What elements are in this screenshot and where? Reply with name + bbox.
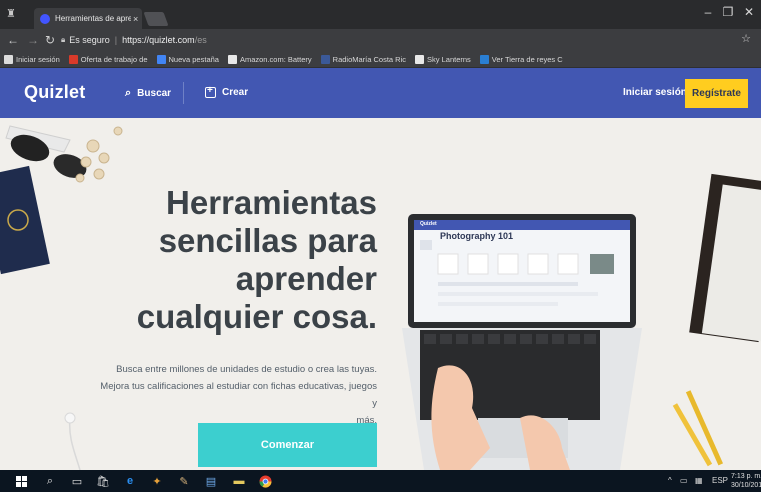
quizlet-favicon-icon	[40, 13, 50, 24]
browser-tab[interactable]: Herramientas de aprend ×	[34, 8, 142, 29]
search-label: Buscar	[137, 88, 172, 99]
new-tab-button[interactable]	[143, 12, 169, 26]
headline-line: aprender	[235, 260, 377, 297]
tab-close-icon[interactable]: ×	[133, 14, 138, 24]
search-link[interactable]: ⌕ Buscar	[125, 87, 171, 100]
site-header: Quizlet ⌕ Buscar Crear Iniciar sesión Re…	[0, 68, 761, 118]
tv-icon	[479, 54, 489, 64]
bookmark-label: Amazon.com: Battery	[239, 54, 312, 64]
bookmark-icon	[227, 54, 237, 64]
reload-icon[interactable]: ↻	[45, 32, 55, 48]
task-view-icon[interactable]: ▭	[70, 474, 84, 488]
bookmark-item[interactable]: Iniciar sesión	[4, 54, 60, 64]
close-window-button[interactable]: ✕	[739, 5, 759, 19]
passport-icon	[0, 165, 50, 275]
maximize-button[interactable]: ❐	[718, 5, 738, 19]
url-host: https://quizlet.com	[122, 35, 195, 45]
earbuds-icon	[64, 412, 81, 470]
lock-icon: 🔒︎	[61, 35, 66, 44]
browser-tab-strip: ♜ Herramientas de aprend × – ❐ ✕	[0, 0, 761, 29]
headline-line: sencillas para	[158, 222, 377, 259]
omnibox[interactable]: 🔒︎ Es seguro | https://quizlet.com /es	[61, 32, 741, 48]
bookmark-item[interactable]: Sky Lanterns	[415, 54, 471, 64]
laptop-screen-brand: Quizlet	[420, 221, 437, 227]
url-path: /es	[194, 35, 207, 45]
header-divider	[183, 82, 184, 104]
login-link[interactable]: Iniciar sesión	[623, 87, 687, 98]
create-icon	[205, 85, 216, 98]
bookmark-item[interactable]: RadioMaría Costa Ric	[320, 54, 407, 64]
bookmark-label: Ver Tierra de reyes C	[491, 54, 563, 64]
folder-icon[interactable]: ▬	[232, 474, 246, 488]
notification-icon[interactable]: ▦	[695, 476, 703, 485]
bookmark-icon	[415, 54, 425, 64]
bookmark-item[interactable]: Nueva pestaña	[156, 54, 219, 64]
bookmark-label: Iniciar sesión	[16, 54, 60, 64]
create-label: Crear	[222, 87, 249, 98]
headline-line: cualquier cosa.	[136, 298, 377, 335]
bookmarks-bar: Iniciar sesión Oferta de trabajo de Nueva …	[0, 51, 761, 68]
facebook-icon	[320, 54, 330, 64]
clock-time: 7:13 p. m.	[731, 473, 761, 480]
flag-icon	[68, 54, 78, 64]
bookmark-label: RadioMaría Costa Ric	[332, 54, 407, 64]
pencils-icon	[672, 390, 724, 467]
signup-button[interactable]: Regístrate	[685, 79, 748, 108]
bookmark-label: Oferta de trabajo de	[80, 54, 148, 64]
secure-label: Es seguro	[69, 35, 110, 45]
document-icon[interactable]: ▤	[204, 474, 218, 488]
subtitle-line: Busca entre millones de unidades de estu…	[116, 364, 377, 375]
bookmark-item[interactable]: Ver Tierra de reyes C	[479, 54, 563, 64]
edge-icon[interactable]: e	[123, 474, 137, 488]
omnibox-separator: |	[114, 35, 118, 45]
chrome-icon[interactable]	[258, 474, 272, 488]
hero-section: Quizlet Photography 101 Herramientas sen…	[0, 118, 761, 470]
forward-arrow-icon[interactable]: →	[27, 32, 39, 48]
incognito-icon: ♜	[6, 8, 16, 20]
hero-headline: Herramientas sencillas para aprender cua…	[120, 184, 377, 336]
chevron-up-icon[interactable]: ^	[668, 476, 672, 485]
search-icon: ⌕	[125, 87, 132, 99]
battery-icon[interactable]: ▭	[680, 476, 688, 485]
app-icon[interactable]: ✦	[150, 474, 164, 488]
screen: ♜ Herramientas de aprend × – ❐ ✕ ← → ↻ 🔒…	[0, 0, 761, 492]
notebook-icon	[689, 173, 761, 343]
paint-icon[interactable]: ✎	[177, 474, 191, 488]
quizlet-logo[interactable]: Quizlet	[24, 82, 85, 103]
bookmark-label: Nueva pestaña	[168, 54, 219, 64]
google-icon	[156, 54, 166, 64]
hero-subtitle: Busca entre millones de unidades de estu…	[100, 361, 377, 429]
bookmark-item[interactable]: Oferta de trabajo de	[68, 54, 148, 64]
bookmark-star-icon[interactable]: ☆	[741, 32, 751, 45]
search-icon[interactable]: ⌕	[43, 474, 57, 488]
store-icon[interactable]: 🛍︎	[96, 474, 110, 488]
tab-title: Herramientas de aprend	[55, 14, 131, 23]
clock-date: 30/10/201	[731, 482, 761, 489]
language-indicator[interactable]: ESP	[712, 476, 728, 485]
clock[interactable]: 7:13 p. m. 30/10/201	[731, 472, 761, 490]
back-arrow-icon[interactable]: ←	[7, 32, 19, 48]
subtitle-line: Mejora tus calificaciones al estudiar co…	[100, 381, 377, 409]
bookmark-label: Sky Lanterns	[427, 54, 471, 64]
minimize-button[interactable]: –	[698, 5, 718, 19]
windows-taskbar: ⌕ ▭ 🛍︎ e ✦ ✎ ▤ ▬ ^ ▭ ▦ ESP 7:13 p. m. 30…	[0, 470, 761, 492]
bookmark-item[interactable]: Amazon.com: Battery	[227, 54, 312, 64]
create-link[interactable]: Crear	[205, 85, 249, 98]
address-bar: ← → ↻ 🔒︎ Es seguro | https://quizlet.com…	[0, 29, 761, 51]
windows-start-icon[interactable]	[14, 474, 28, 488]
headline-line: Herramientas	[166, 184, 377, 221]
laptop-screen-title: Photography 101	[440, 231, 514, 241]
page-icon	[4, 54, 13, 64]
start-button[interactable]: Comenzar	[198, 423, 377, 467]
